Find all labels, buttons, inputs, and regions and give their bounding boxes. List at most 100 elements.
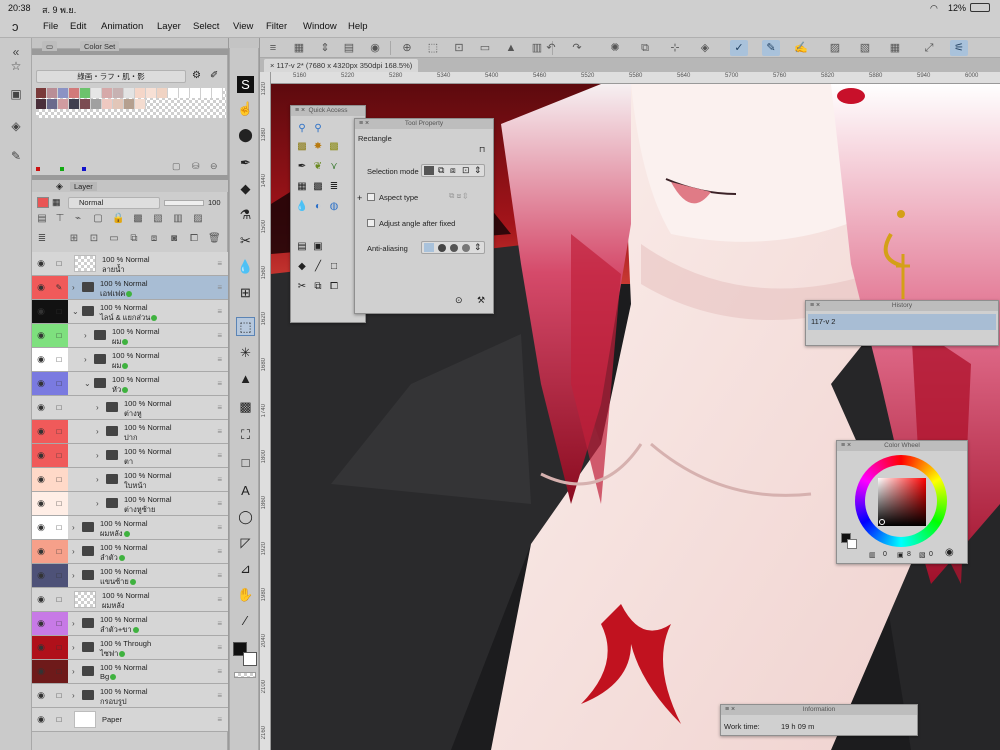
visibility-eye-icon[interactable]: ◉ <box>32 252 50 275</box>
rectangle-selection-icon[interactable]: ⬚ <box>236 317 255 336</box>
expand-icon[interactable]: + <box>357 193 362 203</box>
add-color-icon[interactable]: ▢ <box>172 161 181 172</box>
layer-lock-toggle[interactable]: □ <box>50 492 68 515</box>
hamburger-icon[interactable]: ≡ <box>264 40 282 56</box>
layer-row[interactable]: ◉ □ ⌄ 100 % Normal หัว ≡ <box>32 372 228 396</box>
layer-menu-icon[interactable]: ≡ <box>217 523 222 532</box>
fill-bucket-icon[interactable]: ▲ <box>237 370 254 387</box>
layer-menu-icon[interactable]: ≡ <box>217 499 222 508</box>
reset-icon[interactable]: ⊙ <box>455 295 463 306</box>
aa-medium-icon[interactable] <box>450 244 458 252</box>
layers-icon[interactable]: ◈ <box>9 120 23 132</box>
mode-stepper-icon[interactable]: ⇕ <box>474 165 482 176</box>
qa-paste-icon[interactable]: ⧠ <box>327 280 341 294</box>
aa-weak-icon[interactable] <box>438 244 446 252</box>
menu-icon[interactable]: ≣ <box>36 233 48 245</box>
qa-brush-2-icon[interactable]: ⚲ <box>311 122 325 136</box>
circle-icon[interactable]: ⬤ <box>237 126 254 143</box>
folder-expand-caret-icon[interactable]: › <box>84 331 87 340</box>
qa-cut-icon[interactable]: ✂ <box>295 280 309 294</box>
saturation-value-square[interactable] <box>878 478 926 526</box>
qa-tone-icon[interactable]: ▩ <box>311 180 325 194</box>
menu-edit[interactable]: Edit <box>70 21 86 32</box>
color-swatch-grid[interactable] <box>36 88 226 118</box>
eyedropper-icon[interactable]: ✐ <box>210 70 218 81</box>
collapse-icon[interactable]: « <box>9 46 23 58</box>
visibility-eye-icon[interactable]: ◉ <box>32 276 50 299</box>
layer-row[interactable]: ◉ □ › 100 % Through ไซฟา ≡ <box>32 636 228 660</box>
canvas-icon[interactable]: ▤ <box>340 40 358 56</box>
transparent-chip[interactable] <box>234 672 256 678</box>
layer-row[interactable]: ◉ ✎ › 100 % Normal เอฟเฟค ≡ <box>32 276 228 300</box>
object-icon[interactable]: ⛶ <box>237 426 254 443</box>
layer-menu-icon[interactable]: ≡ <box>217 667 222 676</box>
pen-icon[interactable]: ✎ <box>9 150 23 162</box>
layer-menu-icon[interactable]: ≡ <box>217 691 222 700</box>
close-icon[interactable]: ≡ × <box>841 441 851 451</box>
mask-toolbar-icon[interactable]: ▧ <box>856 40 874 56</box>
crop-icon[interactable]: ⬚ <box>424 40 442 56</box>
selection-mode-control[interactable]: ⧉ ⧈ ⊡ ⇕ <box>421 164 485 177</box>
ref-layer-icon[interactable]: ▨ <box>826 40 844 56</box>
qa-pattern-1-icon[interactable]: ▩ <box>295 140 309 154</box>
close-icon[interactable]: ≡ × <box>725 705 735 715</box>
color-mode-icon[interactable]: ◉ <box>945 547 954 558</box>
open-icon[interactable]: ▭ <box>476 40 494 56</box>
folder-expand-caret-icon[interactable]: › <box>72 523 75 532</box>
color-swatch[interactable] <box>113 88 124 98</box>
lock-icon[interactable]: ⊓ <box>479 145 485 154</box>
new-raster-icon[interactable]: ▤ <box>36 213 48 225</box>
gradient-icon[interactable]: ▩ <box>237 398 254 415</box>
folder-expand-caret-icon[interactable]: › <box>96 403 99 412</box>
layer-lock-toggle[interactable]: □ <box>50 660 68 683</box>
new-vector-icon[interactable]: ⊡ <box>88 233 100 245</box>
layer-lock-toggle[interactable]: □ <box>50 348 68 371</box>
ruler-tool-icon[interactable]: ⊿ <box>237 560 254 577</box>
wheel-sub-color[interactable] <box>847 539 857 549</box>
visibility-eye-icon[interactable]: ◉ <box>32 684 50 707</box>
brush-icon[interactable]: ⚗ <box>237 206 254 223</box>
copy-icon[interactable]: ⧉ <box>636 40 654 56</box>
save-icon[interactable]: ▲ <box>502 40 520 56</box>
qa-checker-icon[interactable]: ▦ <box>295 180 309 194</box>
folder-expand-caret-icon[interactable]: › <box>72 691 75 700</box>
folder-expand-caret-icon[interactable]: › <box>72 283 75 292</box>
layer-lock-toggle[interactable]: □ <box>50 588 68 611</box>
layer-row[interactable]: ◉ □ › 100 % Normal ต่างหู ≡ <box>32 396 228 420</box>
app-logo-icon[interactable]: ↄ <box>12 19 19 34</box>
color-swatch[interactable] <box>91 88 102 98</box>
lock-alpha-icon[interactable]: ▩ <box>132 213 144 225</box>
layer-menu-icon[interactable]: ≡ <box>217 451 222 460</box>
menu-select[interactable]: Select <box>193 21 219 32</box>
layer-lock-toggle[interactable]: □ <box>50 564 68 587</box>
layer-lock-toggle[interactable]: □ <box>50 612 68 635</box>
toggle-icon[interactable]: ⇕ <box>316 40 334 56</box>
mode-new-icon[interactable] <box>424 166 434 175</box>
layer-menu-icon[interactable]: ≡ <box>217 619 222 628</box>
star-icon[interactable]: ☆ <box>9 60 23 72</box>
layer-row[interactable]: ◉ □ 100 % Normal ผมหลัง ≡ <box>32 588 228 612</box>
layer-menu-icon[interactable]: ≡ <box>217 475 222 484</box>
layer-lock-toggle[interactable]: □ <box>50 516 68 539</box>
visibility-eye-icon[interactable]: ◉ <box>32 324 50 347</box>
new-folder-icon[interactable]: ▭ <box>108 233 120 245</box>
layer-row[interactable]: ◉ □ › 100 % Normal Bg ≡ <box>32 660 228 684</box>
mask-icon[interactable]: ▧ <box>152 213 164 225</box>
magic-wand-icon[interactable]: ✳ <box>237 344 254 361</box>
qa-blend-icon[interactable]: ◐ <box>311 200 325 214</box>
color-swatch[interactable] <box>135 88 146 98</box>
qa-brush-1-icon[interactable]: ⚲ <box>295 122 309 136</box>
blend-mode-dropdown[interactable]: Normal <box>68 197 160 209</box>
layer-lock-toggle[interactable]: □ <box>50 396 68 419</box>
layer-menu-icon[interactable]: ≡ <box>217 259 222 268</box>
balloon-icon[interactable]: ◯ <box>237 508 254 525</box>
layer-menu-icon[interactable]: ≡ <box>217 427 222 436</box>
layer-lock-toggle[interactable]: □ <box>50 636 68 659</box>
wrench-icon[interactable]: ⚒ <box>477 295 485 306</box>
color-swatch[interactable] <box>80 88 91 98</box>
layer-menu-icon[interactable]: ≡ <box>217 307 222 316</box>
visibility-eye-icon[interactable]: ◉ <box>32 300 50 323</box>
layer-menu-icon[interactable]: ≡ <box>217 355 222 364</box>
stabilizer-icon[interactable]: ✍ <box>792 40 810 56</box>
anti-aliasing-control[interactable]: ⇕ <box>421 241 485 254</box>
